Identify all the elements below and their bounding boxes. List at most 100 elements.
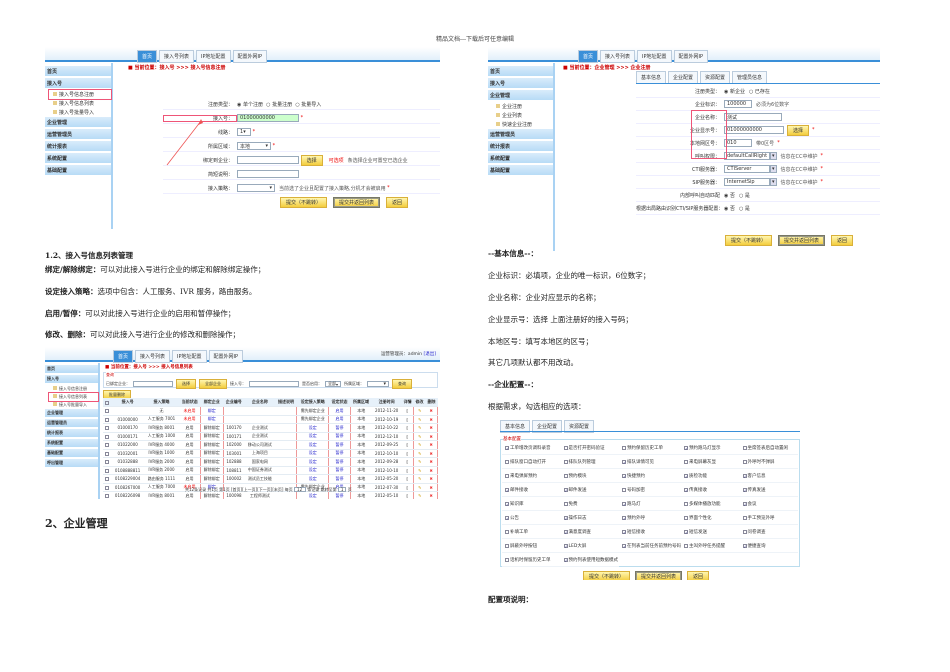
edit-pencil-icon[interactable]: ✎ — [418, 451, 421, 456]
choose-button[interactable]: 选择 — [176, 379, 196, 389]
checkbox[interactable] — [622, 543, 626, 548]
config-option[interactable]: 跑马灯 — [619, 497, 681, 511]
sidebar-item[interactable]: 首页 — [45, 66, 111, 76]
sidebar-item[interactable]: 运营管理员 — [45, 419, 98, 427]
sidebar-subitem[interactable]: 企业注册 — [488, 102, 553, 111]
detail-icon[interactable]: ▯ — [406, 493, 408, 498]
row-checkbox[interactable] — [104, 409, 109, 414]
table-cell[interactable]: 设定 — [296, 432, 330, 441]
submit-button[interactable]: 提交（不跳转） — [280, 197, 328, 208]
table-cell[interactable]: 设定 — [296, 440, 330, 450]
delete-x-icon[interactable]: ✖ — [430, 442, 433, 447]
radio[interactable]: ○ 批量注册 — [266, 101, 292, 108]
config-option[interactable]: 邮件发送 — [560, 483, 619, 497]
row-checkbox[interactable] — [104, 443, 109, 448]
checkbox[interactable] — [622, 515, 626, 520]
config-option[interactable]: 传真发送 — [739, 483, 798, 497]
delete-x-icon[interactable]: ✖ — [430, 493, 433, 498]
sidebar-subitem[interactable]: 接入号信息列表 — [45, 99, 111, 108]
dropdown-arrow-icon[interactable]: ▾ — [770, 152, 777, 160]
all-enterprises-button[interactable]: 全部企业 — [199, 379, 227, 389]
config-option[interactable]: 在列表当前任务前预约号码 — [619, 539, 681, 553]
config-option[interactable]: 操作日志 — [560, 511, 619, 525]
table-cell[interactable]: 需先绑定企业 — [296, 406, 330, 416]
row-checkbox[interactable] — [104, 494, 109, 499]
checkbox[interactable] — [684, 529, 688, 534]
dropdown-arrow-icon[interactable]: ▾ — [770, 165, 777, 173]
checkbox[interactable] — [563, 445, 568, 450]
edit-pencil-icon[interactable]: ✎ — [418, 425, 421, 430]
sidebar-item[interactable]: 系统配置 — [488, 153, 553, 163]
policy-select[interactable]: ▾ — [237, 184, 275, 192]
sidebar-item[interactable]: 基础配置 — [488, 165, 553, 175]
bind-enterprise-input[interactable] — [237, 156, 299, 164]
config-option[interactable]: 多媒体播放功能 — [681, 497, 740, 511]
table-cell[interactable]: 启用 — [328, 406, 351, 416]
config-option[interactable]: 屏蔽外呼按钮 — [502, 539, 561, 553]
route-select[interactable]: 1 ▾ — [237, 128, 251, 136]
row-checkbox[interactable] — [104, 434, 109, 439]
sidebar-item[interactable]: 统计报表 — [45, 141, 111, 151]
config-option[interactable]: 手工预览外呼 — [739, 511, 798, 525]
row-checkbox[interactable] — [104, 460, 109, 465]
checkbox[interactable] — [742, 473, 747, 478]
checkbox[interactable] — [684, 487, 688, 492]
row-checkbox[interactable] — [104, 417, 109, 422]
sidebar-item[interactable]: 运营管理员 — [45, 129, 111, 139]
radio[interactable]: ◉ 单个注册 — [237, 101, 263, 108]
field-input[interactable]: 100000 — [724, 100, 752, 108]
sidebar-subitem[interactable]: 接入号信息注册 — [48, 89, 112, 100]
sidebar-item[interactable]: 接入号 — [45, 375, 98, 383]
checkbox[interactable] — [684, 515, 688, 520]
checkbox[interactable] — [622, 501, 626, 506]
sidebar-subitem[interactable]: 接入号信息注册 — [45, 385, 98, 393]
top-tab[interactable]: 配置外网IP — [673, 50, 709, 63]
sidebar-item[interactable]: 统计报表 — [488, 141, 553, 151]
delete-x-icon[interactable]: ✖ — [430, 417, 433, 422]
sidebar-subitem[interactable]: 接入号批量导入 — [45, 108, 111, 117]
checkbox[interactable] — [505, 515, 509, 520]
delete-x-icon[interactable]: ✖ — [430, 425, 433, 430]
config-option[interactable]: 外呼时不弹屏 — [739, 455, 798, 469]
checkbox[interactable] — [505, 473, 509, 478]
field-input[interactable]: 01000000000 — [724, 126, 784, 134]
row-checkbox[interactable] — [104, 485, 109, 490]
config-option[interactable]: 传真接收 — [681, 483, 740, 497]
radio[interactable]: ○ 批量导入 — [295, 101, 321, 108]
checkbox[interactable] — [742, 543, 747, 548]
detail-icon[interactable]: ▯ — [406, 451, 408, 456]
checkbox[interactable] — [505, 543, 509, 548]
sidebar-subitem[interactable]: 接入号信息列表 — [48, 392, 99, 402]
table-cell[interactable]: 暂停 — [328, 457, 351, 467]
sidebar-item[interactable]: 首页 — [45, 365, 98, 373]
checkbox[interactable] — [563, 557, 568, 562]
config-option[interactable]: LED大屏 — [560, 539, 619, 553]
table-cell[interactable]: 解除绑定 — [199, 432, 224, 441]
sidebar-subitem[interactable]: 快速企业注册 — [488, 120, 553, 129]
detail-icon[interactable]: ▯ — [406, 442, 408, 447]
checkbox[interactable] — [622, 473, 626, 478]
detail-icon[interactable]: ▯ — [406, 459, 408, 464]
checkbox[interactable] — [622, 459, 626, 464]
edit-pencil-icon[interactable]: ✎ — [418, 434, 421, 439]
field-input[interactable]: 测试 — [724, 113, 782, 121]
checkbox[interactable] — [505, 487, 509, 492]
top-tab[interactable]: 接入号列表 — [159, 50, 195, 63]
sidebar-item[interactable]: 接入号 — [45, 78, 111, 88]
radio-option[interactable]: ○ 是 — [739, 192, 750, 199]
radio-option[interactable]: ○ 已存在 — [749, 88, 770, 95]
choose-button[interactable]: 选择 — [300, 154, 323, 166]
checkbox[interactable] — [742, 445, 747, 450]
checkbox[interactable] — [742, 487, 747, 492]
top-tab[interactable]: 首页 — [578, 50, 599, 63]
top-tab[interactable]: IP地址配置 — [637, 50, 672, 63]
delete-x-icon[interactable]: ✖ — [430, 476, 433, 481]
config-option[interactable]: 短信接收 — [619, 525, 681, 539]
table-cell[interactable]: 解除绑定 — [199, 440, 224, 450]
table-cell[interactable]: 设定 — [296, 457, 330, 467]
config-option[interactable]: 预约模块 — [560, 469, 619, 483]
config-option[interactable]: 排队详情可见 — [619, 455, 681, 469]
checkbox[interactable] — [684, 459, 688, 464]
field-input[interactable]: InternetSip — [724, 178, 770, 186]
checkbox[interactable] — [505, 529, 509, 534]
